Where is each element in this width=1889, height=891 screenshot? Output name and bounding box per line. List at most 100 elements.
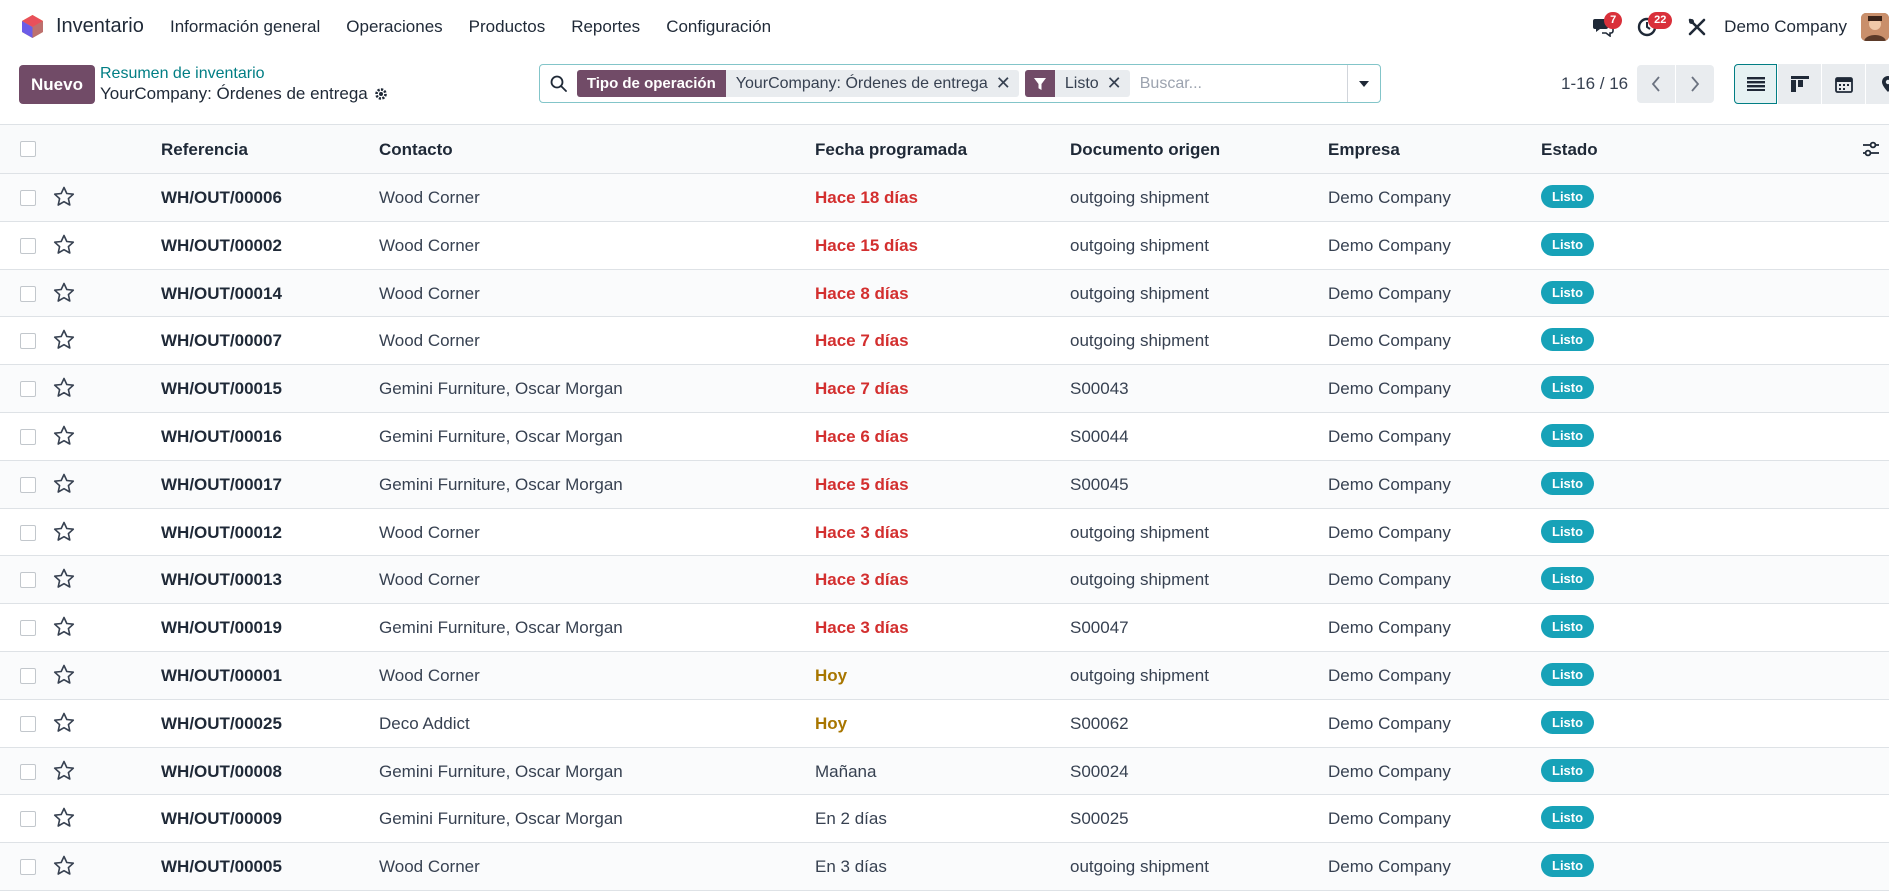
row-checkbox[interactable] (20, 716, 36, 732)
star-icon[interactable] (53, 664, 75, 685)
table-row[interactable]: WH/OUT/00025Deco AddictHoyS00062Demo Com… (0, 700, 1889, 748)
table-row[interactable]: WH/OUT/00016Gemini Furniture, Oscar Morg… (0, 413, 1889, 461)
table-row[interactable]: WH/OUT/00007Wood CornerHace 7 díasoutgoi… (0, 317, 1889, 365)
cell-scheduled-date: Hace 5 días (815, 475, 909, 495)
star-icon[interactable] (53, 425, 75, 446)
column-header-contacto[interactable]: Contacto (379, 140, 453, 160)
table-row[interactable]: WH/OUT/00019Gemini Furniture, Oscar Morg… (0, 604, 1889, 652)
close-icon[interactable]: ✕ (1107, 73, 1130, 94)
row-checkbox[interactable] (20, 764, 36, 780)
page-title: YourCompany: Órdenes de entrega (100, 84, 368, 104)
table-row[interactable]: WH/OUT/00001Wood CornerHoyoutgoing shipm… (0, 652, 1889, 700)
status-badge: Listo (1541, 472, 1594, 495)
star-icon[interactable] (53, 377, 75, 398)
list-view-button[interactable] (1734, 64, 1777, 104)
gear-icon[interactable] (374, 87, 388, 101)
star-icon[interactable] (53, 282, 75, 303)
cell-scheduled-date: Hoy (815, 714, 847, 734)
activities-button[interactable]: 22 (1630, 10, 1664, 44)
app-name[interactable]: Inventario (56, 15, 144, 38)
column-header-empresa[interactable]: Empresa (1328, 140, 1400, 160)
row-checkbox[interactable] (20, 429, 36, 445)
column-header-fecha-programada[interactable]: Fecha programada (815, 140, 967, 160)
row-checkbox[interactable] (20, 668, 36, 684)
cell-source-document: outgoing shipment (1070, 570, 1209, 590)
star-icon[interactable] (53, 234, 75, 255)
star-icon[interactable] (53, 855, 75, 876)
table-row[interactable]: WH/OUT/00013Wood CornerHace 3 díasoutgoi… (0, 556, 1889, 604)
calendar-view-button[interactable] (1822, 64, 1865, 104)
search-options-toggle[interactable] (1347, 65, 1380, 102)
table-row[interactable]: WH/OUT/00005Wood CornerEn 3 díasoutgoing… (0, 843, 1889, 891)
breadcrumb-parent-link[interactable]: Resumen de inventario (100, 65, 265, 83)
star-icon[interactable] (53, 760, 75, 781)
table-row[interactable]: WH/OUT/00014Wood CornerHace 8 díasoutgoi… (0, 270, 1889, 318)
user-avatar[interactable] (1861, 13, 1889, 41)
star-icon[interactable] (53, 568, 75, 589)
main-menu: Información general Operaciones Producto… (170, 17, 797, 37)
company-switcher[interactable]: Demo Company (1724, 17, 1847, 37)
row-checkbox[interactable] (20, 525, 36, 541)
row-checkbox[interactable] (20, 190, 36, 206)
row-checkbox[interactable] (20, 477, 36, 493)
kanban-view-button[interactable] (1778, 64, 1821, 104)
cell-source-document: S00024 (1070, 762, 1129, 782)
row-checkbox[interactable] (20, 286, 36, 302)
cell-company: Demo Company (1328, 523, 1451, 543)
row-checkbox[interactable] (20, 572, 36, 588)
row-checkbox[interactable] (20, 859, 36, 875)
table-row[interactable]: WH/OUT/00017Gemini Furniture, Oscar Morg… (0, 461, 1889, 509)
cell-source-document: S00044 (1070, 427, 1129, 447)
cell-source-document: outgoing shipment (1070, 331, 1209, 351)
row-checkbox[interactable] (20, 238, 36, 254)
column-settings-icon[interactable] (1862, 141, 1880, 157)
debug-tools-button[interactable] (1680, 10, 1714, 44)
row-checkbox[interactable] (20, 620, 36, 636)
table-row[interactable]: WH/OUT/00006Wood CornerHace 18 díasoutgo… (0, 174, 1889, 222)
row-checkbox[interactable] (20, 381, 36, 397)
star-icon[interactable] (53, 473, 75, 494)
star-icon[interactable] (53, 616, 75, 637)
status-badge: Listo (1541, 806, 1594, 829)
cell-source-document: outgoing shipment (1070, 188, 1209, 208)
menu-item-productos[interactable]: Productos (469, 17, 546, 37)
table-row[interactable]: WH/OUT/00008Gemini Furniture, Oscar Morg… (0, 748, 1889, 796)
star-icon[interactable] (53, 807, 75, 828)
column-header-estado[interactable]: Estado (1541, 140, 1598, 160)
menu-item-configuracion[interactable]: Configuración (666, 17, 771, 37)
facet-value: YourCompany: Órdenes de entrega (726, 75, 996, 93)
row-checkbox[interactable] (20, 333, 36, 349)
star-icon[interactable] (53, 521, 75, 542)
table-row[interactable]: WH/OUT/00015Gemini Furniture, Oscar Morg… (0, 365, 1889, 413)
cell-contact: Gemini Furniture, Oscar Morgan (379, 618, 623, 638)
status-badge: Listo (1541, 376, 1594, 399)
close-icon[interactable]: ✕ (996, 73, 1019, 94)
menu-item-reportes[interactable]: Reportes (571, 17, 640, 37)
column-header-documento-origen[interactable]: Documento origen (1070, 140, 1220, 160)
status-badge: Listo (1541, 854, 1594, 877)
messages-button[interactable]: 7 (1586, 10, 1620, 44)
map-marker-icon (1881, 75, 1889, 93)
table-row[interactable]: WH/OUT/00002Wood CornerHace 15 díasoutgo… (0, 222, 1889, 270)
table-row[interactable]: WH/OUT/00009Gemini Furniture, Oscar Morg… (0, 795, 1889, 843)
table-row[interactable]: WH/OUT/00012Wood CornerHace 3 díasoutgoi… (0, 509, 1889, 557)
pager-next-button[interactable] (1676, 65, 1714, 103)
search-input[interactable] (1136, 69, 1347, 99)
odoo-inventory-icon[interactable] (20, 14, 45, 39)
status-badge: Listo (1541, 520, 1594, 543)
select-all-checkbox[interactable] (20, 141, 36, 157)
star-icon[interactable] (53, 186, 75, 207)
row-checkbox[interactable] (20, 811, 36, 827)
column-header-referencia[interactable]: Referencia (161, 140, 248, 160)
star-icon[interactable] (53, 712, 75, 733)
pager-value[interactable]: 1-16 / 16 (1561, 74, 1628, 94)
cell-scheduled-date: En 2 días (815, 809, 887, 829)
map-view-button[interactable] (1866, 64, 1889, 104)
cell-reference: WH/OUT/00013 (161, 570, 282, 590)
star-icon[interactable] (53, 329, 75, 350)
menu-item-informacion-general[interactable]: Información general (170, 17, 320, 37)
pager-previous-button[interactable] (1637, 65, 1675, 103)
tools-icon (1687, 17, 1707, 37)
menu-item-operaciones[interactable]: Operaciones (346, 17, 442, 37)
new-button[interactable]: Nuevo (19, 65, 95, 104)
